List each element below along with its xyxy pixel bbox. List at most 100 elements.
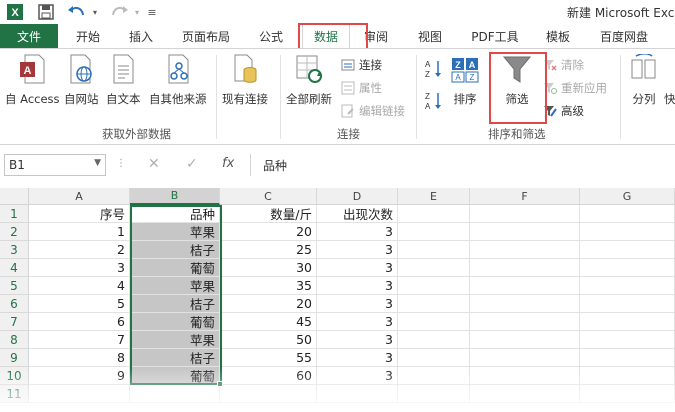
cell-d5[interactable]: 3 <box>317 277 398 295</box>
row-header-4[interactable]: 4 <box>0 259 29 277</box>
column-header-f[interactable]: F <box>470 188 580 205</box>
cell-a11[interactable] <box>29 385 130 403</box>
save-icon[interactable] <box>36 3 56 21</box>
cell-g10[interactable] <box>580 367 675 385</box>
cell-f11[interactable] <box>470 385 580 403</box>
cell-e5[interactable] <box>398 277 470 295</box>
row-header-5[interactable]: 5 <box>0 277 29 295</box>
row-header-1[interactable]: 1 <box>0 205 29 223</box>
cell-d11[interactable] <box>317 385 398 403</box>
cell-d7[interactable]: 3 <box>317 313 398 331</box>
cell-b10[interactable]: 葡萄 <box>130 367 220 385</box>
edit-links-button[interactable]: 编辑链接 <box>341 103 405 119</box>
sort-ascending-button[interactable]: AZ <box>425 59 447 79</box>
row-header-10[interactable]: 10 <box>0 367 29 385</box>
redo-dropdown-icon[interactable]: ▾ <box>132 3 142 21</box>
tab-baidu-netdisk[interactable]: 百度网盘 <box>590 24 658 48</box>
cell-g1[interactable] <box>580 205 675 223</box>
row-header-2[interactable]: 2 <box>0 223 29 241</box>
name-box-dropdown-icon[interactable]: ▼ <box>94 158 101 168</box>
undo-icon[interactable] <box>66 3 88 21</box>
cell-f1[interactable] <box>470 205 580 223</box>
cell-e6[interactable] <box>398 295 470 313</box>
cell-a1[interactable]: 序号 <box>29 205 130 223</box>
row-header-3[interactable]: 3 <box>0 241 29 259</box>
cell-c4[interactable]: 30 <box>220 259 317 277</box>
worksheet-grid[interactable]: A B C D E F G 1 序号 品种 数量/斤 出现次数 2 1 苹果 20 3 3 2 桔子 25 3 4 3 葡萄 30… <box>0 188 675 412</box>
cell-d8[interactable]: 3 <box>317 331 398 349</box>
cell-f6[interactable] <box>470 295 580 313</box>
refresh-all-button[interactable]: 全部刷新 <box>286 53 332 107</box>
fill-handle[interactable] <box>217 381 223 387</box>
cell-a2[interactable]: 1 <box>29 223 130 241</box>
advanced-filter-button[interactable]: 高级 <box>543 103 584 119</box>
column-header-g[interactable]: G <box>580 188 675 205</box>
cell-f4[interactable] <box>470 259 580 277</box>
from-web-button[interactable]: 自网站 <box>64 53 99 107</box>
cell-b4[interactable]: 葡萄 <box>130 259 220 277</box>
cell-g2[interactable] <box>580 223 675 241</box>
cell-e10[interactable] <box>398 367 470 385</box>
cell-f10[interactable] <box>470 367 580 385</box>
properties-button[interactable]: 属性 <box>341 80 382 96</box>
row-header-11[interactable]: 11 <box>0 385 29 403</box>
tab-home[interactable]: 开始 <box>64 24 112 48</box>
row-header-6[interactable]: 6 <box>0 295 29 313</box>
cell-d3[interactable]: 3 <box>317 241 398 259</box>
name-box[interactable]: B1 ▼ <box>4 154 106 176</box>
cell-c5[interactable]: 35 <box>220 277 317 295</box>
undo-dropdown-icon[interactable]: ▾ <box>90 3 100 21</box>
cell-a3[interactable]: 2 <box>29 241 130 259</box>
cancel-icon[interactable]: ✕ <box>148 156 160 172</box>
cell-c3[interactable]: 25 <box>220 241 317 259</box>
clear-filter-button[interactable]: 清除 <box>543 57 584 73</box>
cell-f8[interactable] <box>470 331 580 349</box>
cell-b1[interactable]: 品种 <box>130 205 220 223</box>
flash-fill-button[interactable]: 快 <box>664 53 675 107</box>
select-all-corner[interactable] <box>0 188 29 205</box>
cell-c8[interactable]: 50 <box>220 331 317 349</box>
cell-d4[interactable]: 3 <box>317 259 398 277</box>
cell-g7[interactable] <box>580 313 675 331</box>
from-other-sources-button[interactable]: 自其他来源 <box>149 53 207 107</box>
sort-descending-button[interactable]: ZA <box>425 91 447 111</box>
cell-e1[interactable] <box>398 205 470 223</box>
row-header-8[interactable]: 8 <box>0 331 29 349</box>
text-to-columns-button[interactable]: 分列 <box>630 53 658 107</box>
cell-b2[interactable]: 苹果 <box>130 223 220 241</box>
redo-icon[interactable] <box>108 3 130 21</box>
cell-g4[interactable] <box>580 259 675 277</box>
cell-c10[interactable]: 60 <box>220 367 317 385</box>
column-header-b[interactable]: B <box>130 188 220 205</box>
cell-a7[interactable]: 6 <box>29 313 130 331</box>
cell-f2[interactable] <box>470 223 580 241</box>
cell-g6[interactable] <box>580 295 675 313</box>
cell-c11[interactable] <box>220 385 317 403</box>
tab-view[interactable]: 视图 <box>406 24 454 48</box>
tab-formulas[interactable]: 公式 <box>246 24 296 48</box>
cell-c1[interactable]: 数量/斤 <box>220 205 317 223</box>
cell-b8[interactable]: 苹果 <box>130 331 220 349</box>
cell-b5[interactable]: 苹果 <box>130 277 220 295</box>
tab-page-layout[interactable]: 页面布局 <box>172 24 240 48</box>
connections-button[interactable]: 连接 <box>341 57 382 73</box>
existing-connections-button[interactable]: 现有连接 <box>222 53 268 107</box>
cell-f3[interactable] <box>470 241 580 259</box>
customize-toolbar-icon[interactable]: ≡ <box>146 3 158 21</box>
cell-e2[interactable] <box>398 223 470 241</box>
cell-g9[interactable] <box>580 349 675 367</box>
cell-c7[interactable]: 45 <box>220 313 317 331</box>
cell-b7[interactable]: 葡萄 <box>130 313 220 331</box>
sort-button[interactable]: ZAAZ 排序 <box>451 53 479 107</box>
enter-icon[interactable]: ✓ <box>186 156 198 172</box>
cell-a9[interactable]: 8 <box>29 349 130 367</box>
cell-a8[interactable]: 7 <box>29 331 130 349</box>
cell-e4[interactable] <box>398 259 470 277</box>
cell-c9[interactable]: 55 <box>220 349 317 367</box>
from-text-button[interactable]: 自文本 <box>106 53 141 107</box>
insert-function-icon[interactable]: fx <box>222 156 234 171</box>
cell-e3[interactable] <box>398 241 470 259</box>
tab-pdf-tools[interactable]: PDF工具 <box>462 24 528 48</box>
cell-a5[interactable]: 4 <box>29 277 130 295</box>
row-header-9[interactable]: 9 <box>0 349 29 367</box>
